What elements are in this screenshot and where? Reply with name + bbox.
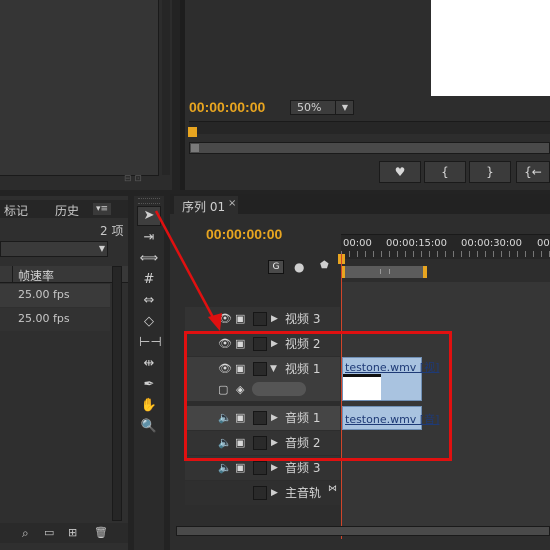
list-item[interactable]: 25.00 fps <box>0 284 110 307</box>
mark-out-button[interactable]: } <box>469 161 511 183</box>
track-name-master[interactable]: 主音轨 <box>285 486 321 500</box>
project-panel: 标记 历史 ▾≡ 2 项 ▼ 帧速率 25.00 fps 25.00 fps ⌕… <box>0 196 128 550</box>
timeline-horizontal-scrollbar[interactable] <box>176 526 550 536</box>
panel-menu-icon[interactable]: ▾≡ <box>93 203 111 215</box>
ruler-label: 00:00:30:00 <box>461 238 523 249</box>
work-area-grip <box>380 269 390 274</box>
pen-tool-icon[interactable]: ✒ <box>139 376 159 394</box>
ruler-label: 00: <box>537 238 550 249</box>
marker-icon: ♥ <box>394 165 406 179</box>
monitor-divider <box>180 0 185 190</box>
source-footer-icons: ⊟ ⊡ <box>124 174 142 184</box>
monitor-ruler <box>189 121 550 134</box>
tab-markers[interactable]: 标记 <box>4 202 28 219</box>
add-marker-button[interactable]: ♥ <box>379 161 421 183</box>
annotation-arrow-icon <box>154 210 222 331</box>
track-name-audio3[interactable]: 音频 3 <box>285 461 320 475</box>
chevron-down-icon: ▼ <box>335 101 354 114</box>
zoom-value: 50% <box>297 101 322 114</box>
column-header-frame-rate[interactable]: 帧速率 <box>18 267 54 284</box>
mark-in-icon: { <box>441 165 449 179</box>
list-item[interactable]: 25.00 fps <box>0 308 110 331</box>
tools-grip <box>138 198 160 204</box>
frame-rate-value: 25.00 fps <box>18 312 70 325</box>
speaker-icon[interactable]: 🔈 <box>218 461 232 475</box>
snap-toggle-icon[interactable]: G <box>268 260 284 274</box>
film-icon[interactable]: ▣ <box>235 312 245 326</box>
new-item-icon[interactable]: ⊞ <box>68 526 77 539</box>
expand-icon[interactable]: ▶ <box>271 486 278 500</box>
ruler-label: 00:00:15:00 <box>386 238 448 249</box>
track-name-video3[interactable]: 视频 3 <box>285 312 320 326</box>
tab-history[interactable]: 历史 <box>55 202 79 219</box>
film-icon[interactable]: ▣ <box>235 461 245 475</box>
project-footer <box>0 523 128 543</box>
video-frame <box>431 0 550 96</box>
chevron-down-icon: ▼ <box>98 244 105 253</box>
frame-rate-value: 25.00 fps <box>18 288 70 301</box>
ruler-ticks <box>341 251 550 257</box>
lock-toggle[interactable] <box>253 312 267 326</box>
expand-icon[interactable]: ▶ <box>271 312 278 326</box>
playhead-marker[interactable] <box>188 127 197 137</box>
source-scrollbar[interactable] <box>162 0 170 175</box>
go-to-in-icon: {← <box>524 165 542 179</box>
source-panel-inner <box>0 0 159 176</box>
master-sync-icon: ⋈ <box>328 484 337 494</box>
project-search-field[interactable]: ▼ <box>0 241 108 257</box>
sequence-marker-icon[interactable]: ⬟ <box>320 260 329 271</box>
trash-icon[interactable]: 🗑 <box>94 526 108 539</box>
scroll-left-grip[interactable] <box>191 144 199 152</box>
search-icon[interactable]: ⌕ <box>22 526 29 541</box>
project-vertical-scrollbar[interactable] <box>112 266 122 521</box>
zoom-tool-icon[interactable]: 🔍 <box>139 418 159 436</box>
folder-icon[interactable]: ▭ <box>44 526 54 539</box>
ruler-label: 00:00 <box>343 238 372 249</box>
lock-toggle[interactable] <box>253 486 267 500</box>
annotation-highlight-box <box>184 331 452 461</box>
program-monitor: 00:00:00:00 50% ▼ ♥ { } {← <box>180 0 550 190</box>
set-marker-icon[interactable]: ● <box>294 260 304 274</box>
time-ruler[interactable]: 00:00 00:00:15:00 00:00:30:00 00: <box>341 234 550 259</box>
monitor-timecode[interactable]: 00:00:00:00 <box>189 99 265 115</box>
column-divider[interactable] <box>12 266 13 282</box>
slide-tool-icon[interactable]: ⇹ <box>139 355 159 373</box>
hand-tool-icon[interactable]: ✋ <box>139 397 159 415</box>
slip-tool-icon[interactable]: ⊢⊣ <box>139 334 162 352</box>
expand-icon[interactable]: ▶ <box>271 461 278 475</box>
mark-in-button[interactable]: { <box>424 161 466 183</box>
zoom-select[interactable]: 50% ▼ <box>290 100 354 115</box>
lock-toggle[interactable] <box>253 461 267 475</box>
item-count: 2 项 <box>100 224 124 238</box>
source-panel: ⊟ ⊡ <box>0 0 172 190</box>
mark-out-icon: } <box>486 165 494 179</box>
monitor-scrollbar[interactable] <box>189 142 550 154</box>
go-to-in-button[interactable]: {← <box>516 161 550 183</box>
